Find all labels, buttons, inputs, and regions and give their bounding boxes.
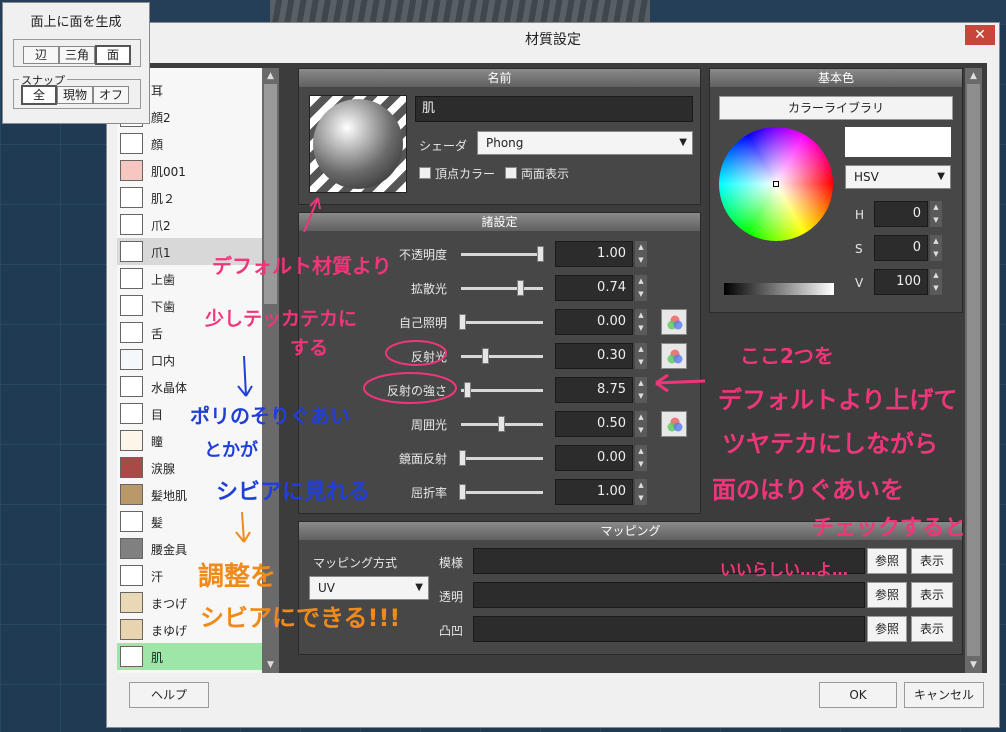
annotation-do: する	[290, 337, 329, 359]
annotation-poly-curve: ポリのそりぐあい	[190, 404, 350, 428]
annotation-etc: とかが	[204, 440, 258, 461]
annotation-precise: シビアにできる!!!	[200, 604, 401, 632]
annotation-these-two: ここ2つを	[740, 344, 834, 368]
annotation-strokes	[235, 197, 706, 543]
annotation-shiny: 少しテッカテカに	[205, 308, 358, 330]
annotation-adjust: 調整を	[198, 562, 277, 592]
annotation-surface: 面のはりぐあいを	[712, 476, 904, 504]
annotation-glossy: ツヤテカにしながら	[722, 430, 938, 458]
annotation-seems-good: いいらしい…よ…	[720, 560, 849, 579]
annotation-check: チェックすると	[812, 516, 967, 541]
annotation-visible: シビアに見れる	[216, 480, 371, 505]
annotation-default-material: デフォルト材質より	[212, 254, 392, 278]
annotation-raise: デフォルトより上げて	[718, 386, 958, 414]
